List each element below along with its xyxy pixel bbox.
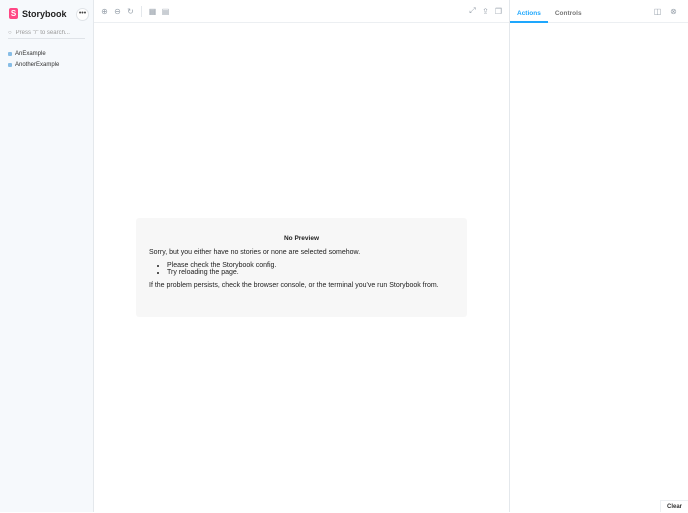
panel-tabs: Actions Controls ◫ ⊗	[510, 0, 688, 23]
preview-area: No Preview Sorry, but you either have no…	[94, 23, 509, 512]
zoom-out-icon[interactable]: ⊖	[111, 5, 124, 18]
no-preview-footer: If the problem persists, check the brows…	[149, 282, 439, 289]
tip: Try reloading the page.	[167, 269, 454, 276]
no-preview-title: No Preview	[283, 235, 320, 242]
clear-button[interactable]: Clear	[660, 500, 688, 512]
component-icon	[8, 51, 12, 56]
tree-item-label: AnotherExample	[15, 61, 60, 68]
search-icon: ○	[8, 30, 12, 36]
addons-panel: Actions Controls ◫ ⊗ Clear	[509, 0, 688, 512]
divider	[141, 5, 142, 17]
tip: Please check the Storybook config.	[167, 262, 454, 269]
tree-item[interactable]: AnExample	[8, 48, 59, 59]
component-icon	[8, 62, 12, 67]
no-preview-card: No Preview Sorry, but you either have no…	[136, 218, 467, 317]
tree-item[interactable]: AnotherExample	[8, 59, 59, 70]
story-tree: AnExample AnotherExample	[8, 48, 59, 70]
close-icon[interactable]: ⊗	[667, 5, 680, 18]
toolbar: ⊕ ⊖ ↻ ▦ ▤ ⤢ ⇪ ❐	[94, 0, 509, 23]
tree-item-label: AnExample	[15, 50, 46, 57]
sidebar: S Storybook ••• ○ AnExample AnotherExamp…	[0, 0, 94, 512]
background-icon[interactable]: ▤	[159, 5, 172, 18]
fullscreen-icon[interactable]: ⤢	[466, 5, 479, 18]
panel-orientation-icon[interactable]: ◫	[651, 5, 664, 18]
storybook-logo: S	[9, 8, 18, 19]
tab-controls[interactable]: Controls	[548, 0, 589, 23]
share-icon[interactable]: ⇪	[479, 5, 492, 18]
brand-name: Storybook	[22, 8, 67, 19]
copy-icon[interactable]: ❐	[492, 5, 505, 18]
grid-icon[interactable]: ▦	[146, 5, 159, 18]
tab-actions[interactable]: Actions	[510, 0, 548, 23]
zoom-reset-icon[interactable]: ↻	[124, 5, 137, 18]
no-preview-message: Sorry, but you either have no stories or…	[149, 249, 361, 256]
tips-list: Please check the Storybook config. Try r…	[167, 262, 454, 276]
zoom-in-icon[interactable]: ⊕	[98, 5, 111, 18]
search-input[interactable]	[15, 30, 82, 36]
menu-button[interactable]: •••	[76, 8, 89, 21]
search-box[interactable]: ○	[8, 28, 85, 39]
brand[interactable]: S Storybook	[9, 8, 67, 19]
